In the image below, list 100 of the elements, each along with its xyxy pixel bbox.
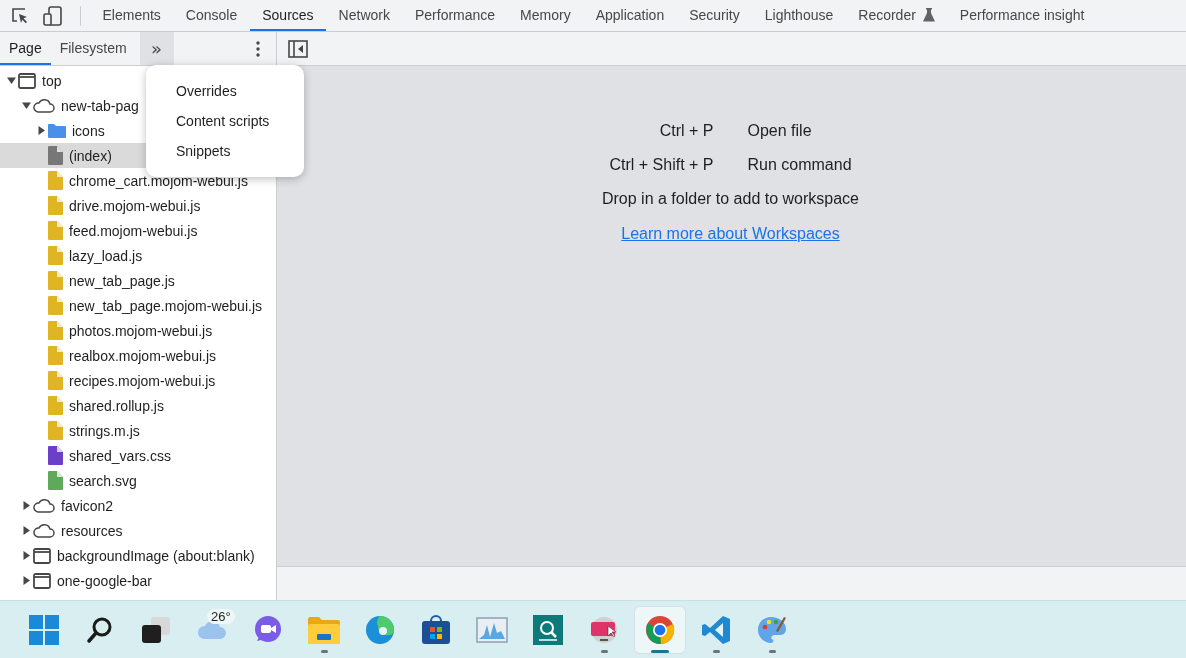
tree-item-label: shared_vars.css xyxy=(69,447,171,464)
tree-item[interactable]: photos.mojom-webui.js xyxy=(0,318,276,343)
tree-item[interactable]: shared.rollup.js xyxy=(0,393,276,418)
frame-icon xyxy=(33,572,51,589)
tree-item-label: strings.m.js xyxy=(69,422,140,439)
menu-item[interactable]: Overrides xyxy=(146,76,304,106)
tree-item-label: new_tab_page.js xyxy=(69,272,175,289)
tree-item[interactable]: feed.mojom-webui.js xyxy=(0,218,276,243)
disclosure-triangle-icon[interactable] xyxy=(21,101,31,110)
drop-folder-hint: Drop in a folder to add to workspace xyxy=(602,190,859,208)
tree-item-label: top xyxy=(42,72,62,89)
shopping-bag-icon xyxy=(421,614,451,645)
frame-icon xyxy=(33,547,51,564)
panel-tab[interactable]: Memory xyxy=(507,0,584,31)
panel-tab[interactable]: Application xyxy=(583,0,677,31)
file-icon xyxy=(48,196,63,215)
browser-icon xyxy=(365,614,395,645)
taskbar-button[interactable]: 26° xyxy=(187,606,237,653)
panel-tab[interactable]: Recorder xyxy=(845,0,948,31)
disclosure-triangle-icon[interactable] xyxy=(36,126,46,135)
paint-palette-icon xyxy=(757,614,787,645)
tree-item[interactable]: drive.mojom-webui.js xyxy=(0,193,276,218)
device-toolbar-icon[interactable] xyxy=(43,5,65,26)
tree-item[interactable]: recipes.mojom-webui.js xyxy=(0,368,276,393)
tree-item-label: chrome_cart.mojom-webui.js xyxy=(69,172,248,189)
file-icon xyxy=(48,321,63,340)
panel-tab[interactable]: Performance xyxy=(402,0,508,31)
panel-tab[interactable]: Elements xyxy=(90,0,174,31)
tree-item[interactable]: new_tab_page.js xyxy=(0,268,276,293)
folder-icon xyxy=(308,615,340,644)
disclosure-triangle-icon[interactable] xyxy=(21,551,31,560)
panel-tab[interactable]: Console xyxy=(173,0,250,31)
shortcut-keys: Ctrl + P xyxy=(609,122,714,140)
inspect-element-icon[interactable] xyxy=(10,5,30,26)
disclosure-triangle-icon[interactable] xyxy=(21,576,31,585)
code-editor-icon xyxy=(701,614,731,645)
disclosure-triangle-icon[interactable] xyxy=(6,76,16,85)
tree-item[interactable]: shared_vars.css xyxy=(0,443,276,468)
chrome-logo-icon xyxy=(645,614,675,645)
tree-item-label: search.svg xyxy=(69,472,137,489)
tree-item-label: favicon2 xyxy=(61,497,114,514)
task-view-icon xyxy=(141,615,171,644)
tree-item[interactable]: resources xyxy=(0,518,276,543)
tree-item-label: new_tab_page.mojom-webui.js xyxy=(69,297,262,314)
file-icon xyxy=(48,146,63,165)
navigator-tab[interactable]: Page xyxy=(0,32,51,65)
tree-item[interactable]: new_tab_page.mojom-webui.js xyxy=(0,293,276,318)
cloud-icon xyxy=(33,498,55,513)
panel-tab[interactable]: Performance insight xyxy=(947,0,1097,31)
activity-graph-icon xyxy=(476,616,508,643)
panel-tab[interactable]: Network xyxy=(326,0,403,31)
tree-item-label: feed.mojom-webui.js xyxy=(69,222,198,239)
tree-item-label: (index) xyxy=(69,147,112,164)
folder-icon xyxy=(48,123,66,138)
tree-item-label: one-google-bar xyxy=(57,572,152,589)
cloud-icon xyxy=(197,619,227,640)
tree-item[interactable]: strings.m.js xyxy=(0,418,276,443)
tree-item-label: new-tab-pag xyxy=(61,97,139,114)
display-cursor-icon xyxy=(588,615,620,644)
tree-item-label: drive.mojom-webui.js xyxy=(69,197,201,214)
tree-item[interactable]: backgroundImage (about:blank) xyxy=(0,543,276,568)
tree-item[interactable]: realbox.mojom-webui.js xyxy=(0,343,276,368)
tree-item-label: icons xyxy=(72,122,105,139)
more-tabs-button[interactable]: » xyxy=(139,32,174,65)
tree-item-label: shared.rollup.js xyxy=(69,397,164,414)
tree-item[interactable]: chrome_cart.mojom-webui.js xyxy=(0,168,276,193)
shortcut-action: Run command xyxy=(747,156,852,174)
file-icon xyxy=(48,446,63,465)
panel-tab[interactable]: Security xyxy=(676,0,753,31)
tree-item-label: recipes.mojom-webui.js xyxy=(69,372,216,389)
tree-item[interactable]: search.svg xyxy=(0,468,276,493)
more-options-icon[interactable] xyxy=(256,40,260,57)
file-icon xyxy=(48,421,63,440)
tree-item-label: photos.mojom-webui.js xyxy=(69,322,213,339)
disclosure-triangle-icon[interactable] xyxy=(21,501,31,510)
file-icon xyxy=(48,221,63,240)
tree-item[interactable]: favicon2 xyxy=(0,493,276,518)
disclosure-triangle-icon[interactable] xyxy=(21,526,31,535)
menu-item[interactable]: Content scripts xyxy=(146,106,304,136)
file-icon xyxy=(48,371,63,390)
tree-item-label: lazy_load.js xyxy=(69,247,143,264)
magnifier-screen-icon xyxy=(533,614,563,645)
file-icon xyxy=(48,346,63,365)
file-icon xyxy=(48,396,63,415)
temperature-badge: 26° xyxy=(207,608,235,624)
file-icon xyxy=(48,471,63,490)
file-icon xyxy=(48,246,63,265)
cloud-icon xyxy=(33,98,55,113)
tree-item[interactable]: lazy_load.js xyxy=(0,243,276,268)
navigator-tab[interactable]: Filesystem xyxy=(50,32,136,65)
file-icon xyxy=(48,171,63,190)
tree-item[interactable]: one-google-bar xyxy=(0,568,276,593)
cloud-icon xyxy=(33,523,55,538)
tree-item-label: resources xyxy=(61,522,123,539)
tree-item-label: backgroundImage (about:blank) xyxy=(57,547,255,564)
panel-tab[interactable]: Lighthouse xyxy=(752,0,846,31)
toggle-sidebar-icon[interactable] xyxy=(288,39,308,58)
file-icon xyxy=(48,296,63,315)
windows-logo-icon xyxy=(29,614,59,645)
tree-item-label: realbox.mojom-webui.js xyxy=(69,347,217,364)
